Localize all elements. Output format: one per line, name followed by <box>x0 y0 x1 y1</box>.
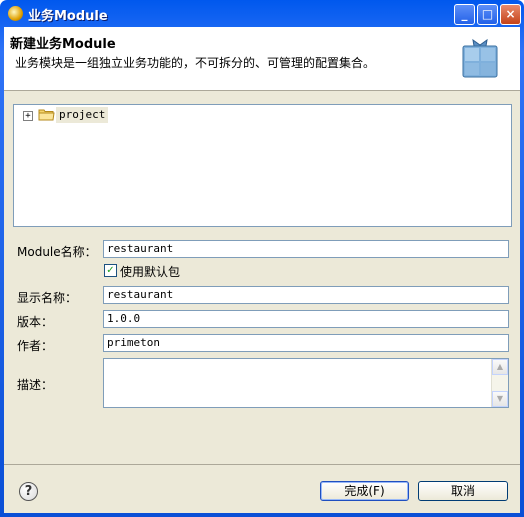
wizard-banner-icon <box>462 38 498 78</box>
cancel-button[interactable]: 取消 <box>418 481 508 501</box>
scroll-down-icon[interactable]: ▼ <box>492 391 508 407</box>
close-button[interactable]: × <box>500 4 521 25</box>
finish-button[interactable]: 完成(F) <box>320 481 409 501</box>
use-default-package-checkbox[interactable]: ✓ <box>104 264 117 277</box>
version-field[interactable]: 1.0.0 <box>103 310 509 328</box>
wizard-header: 新建业务Module 业务模块是一组独立业务功能的，不可拆分的、可管理的配置集合… <box>4 27 520 91</box>
folder-icon <box>38 109 55 121</box>
minimize-button[interactable]: _ <box>454 4 475 25</box>
project-tree[interactable]: + project <box>13 104 512 227</box>
wizard-title: 新建业务Module <box>10 37 116 52</box>
window-title: 业务Module <box>28 9 108 24</box>
dialog-window: 业务Module _ □ × 新建业务Module 业务模块是一组独立业务功能的… <box>0 0 524 517</box>
module-name-field[interactable]: restaurant <box>103 240 509 258</box>
display-name-field[interactable]: restaurant <box>103 286 509 304</box>
module-name-label: Module名称： <box>17 245 97 259</box>
wizard-description: 业务模块是一组独立业务功能的，不可拆分的、可管理的配置集合。 <box>15 56 376 70</box>
maximize-button[interactable]: □ <box>477 4 498 25</box>
description-label: 描述： <box>17 378 54 392</box>
footer-separator <box>4 464 520 465</box>
title-bar[interactable]: 业务Module _ □ × <box>4 0 521 27</box>
use-default-package-label[interactable]: 使用默认包 <box>120 263 180 280</box>
scroll-up-icon[interactable]: ▲ <box>492 359 508 375</box>
tree-expander[interactable]: + <box>23 111 33 121</box>
display-name-label: 显示名称： <box>17 291 78 305</box>
help-icon[interactable]: ? <box>19 482 38 501</box>
version-label: 版本： <box>17 315 54 329</box>
description-textarea[interactable]: ▲ ▼ <box>103 358 509 408</box>
description-scrollbar[interactable]: ▲ ▼ <box>491 359 508 407</box>
author-label: 作者： <box>17 339 54 353</box>
tree-item-project[interactable]: project <box>56 107 109 123</box>
dialog-client: 新建业务Module 业务模块是一组独立业务功能的，不可拆分的、可管理的配置集合… <box>4 27 520 513</box>
author-field[interactable]: primeton <box>103 334 509 352</box>
app-icon <box>8 6 23 21</box>
